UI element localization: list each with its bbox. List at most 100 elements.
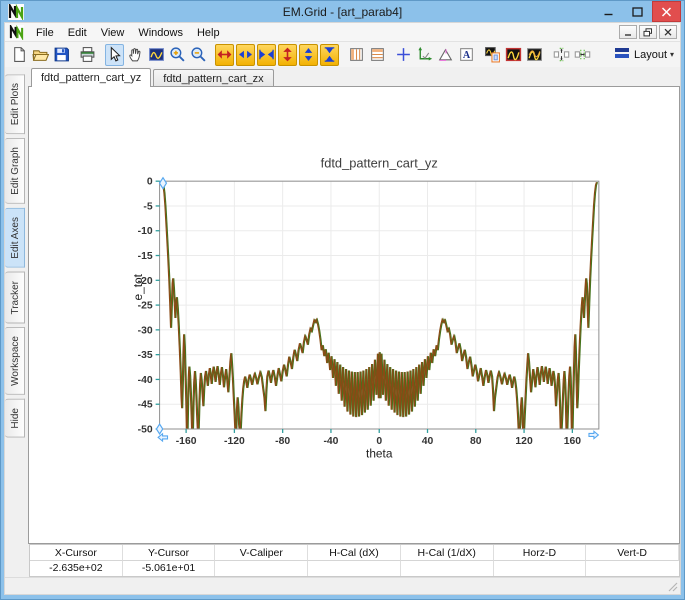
compress-y-button[interactable] — [320, 44, 339, 66]
tracker-axes-icon — [416, 46, 433, 63]
delta-marker-button[interactable] — [436, 44, 455, 66]
zoom-in-button[interactable] — [168, 44, 187, 66]
sidebar-tab-edit-axes[interactable]: Edit Axes — [5, 208, 25, 268]
readout-header: H-Cal (dX) — [308, 545, 401, 561]
svg-text:-10: -10 — [138, 226, 153, 237]
readout-header: X-Cursor — [30, 545, 123, 561]
svg-text:-45: -45 — [138, 400, 153, 411]
menu-view[interactable]: View — [94, 26, 132, 40]
document-logo-icon — [9, 25, 24, 40]
sidebar-tabs: Edit Plots Edit Graph Edit Axes Tracker Work… — [5, 67, 28, 544]
sidebar-tab-hide[interactable]: Hide — [5, 399, 25, 438]
svg-text:-35: -35 — [138, 350, 153, 361]
text-label-button[interactable]: A — [457, 44, 476, 66]
tab-fdtd_pattern_cart_yz[interactable]: fdtd_pattern_cart_yz — [31, 68, 151, 87]
svg-text:-40: -40 — [323, 436, 338, 447]
readout-header: V-Caliper — [215, 545, 308, 561]
svg-text:-120: -120 — [224, 436, 245, 447]
svg-text:0: 0 — [147, 177, 153, 188]
tab-fdtd_pattern_cart_zx[interactable]: fdtd_pattern_cart_zx — [153, 69, 273, 87]
menu-windows[interactable]: Windows — [131, 26, 190, 40]
title-bar: EM.Grid - [art_parab4] — [4, 1, 681, 22]
open-file-button[interactable] — [31, 44, 50, 66]
readout-value — [215, 561, 308, 576]
copy-plot-button[interactable] — [483, 44, 502, 66]
readout-value — [586, 561, 679, 576]
select-cursor-button[interactable] — [105, 44, 124, 66]
svg-text:-80: -80 — [275, 436, 290, 447]
svg-text:fdtd_pattern_cart_yz: fdtd_pattern_cart_yz — [321, 155, 438, 170]
widen-y-button[interactable] — [299, 44, 318, 66]
zoom-in-icon — [169, 46, 186, 63]
svg-text:e_tot: e_tot — [131, 273, 145, 300]
zoom-out-icon — [190, 46, 207, 63]
mdi-minimize-button[interactable] — [619, 25, 637, 39]
minimize-button[interactable] — [594, 1, 623, 22]
expand-x-icon — [216, 46, 233, 63]
plot-style-button[interactable] — [504, 44, 523, 66]
compress-x-icon — [258, 46, 275, 63]
cursor-readout-table: X-CursorY-CursorV-CaliperH-Cal (dX)H-Cal… — [29, 544, 680, 577]
save-button[interactable] — [52, 44, 71, 66]
compress-y-icon — [321, 46, 338, 63]
svg-text:160: 160 — [564, 436, 582, 447]
svg-text:A: A — [463, 50, 471, 61]
widen-y-icon — [300, 46, 317, 63]
svg-text:-40: -40 — [138, 375, 153, 386]
readout-value — [308, 561, 401, 576]
chevron-down-icon: ▾ — [670, 50, 674, 59]
menu-file[interactable]: File — [29, 26, 61, 40]
mdi-close-button[interactable] — [659, 25, 677, 39]
sidebar-tab-workspace[interactable]: Workspace — [5, 327, 25, 395]
status-bar — [5, 577, 680, 594]
svg-text:0: 0 — [376, 436, 382, 447]
svg-text:-25: -25 — [138, 301, 153, 312]
new-document-button[interactable] — [10, 44, 29, 66]
save-icon — [53, 46, 70, 63]
sidebar-tab-edit-plots[interactable]: Edit Plots — [5, 74, 25, 134]
maximize-button[interactable] — [623, 1, 652, 22]
mdi-restore-button[interactable] — [639, 25, 657, 39]
close-button[interactable] — [652, 1, 681, 22]
window-title: EM.Grid - [art_parab4] — [4, 5, 681, 19]
menu-help[interactable]: Help — [190, 26, 227, 40]
vertical-grid-button[interactable] — [347, 44, 366, 66]
zoom-out-button[interactable] — [189, 44, 208, 66]
svg-text:-50: -50 — [138, 424, 153, 435]
print-button[interactable] — [78, 44, 97, 66]
crosshair-button[interactable] — [394, 44, 413, 66]
compress-x-button[interactable] — [257, 44, 276, 66]
pan-corner-icon — [156, 424, 162, 434]
plot-styles-button[interactable] — [525, 44, 544, 66]
resize-grip-icon[interactable] — [667, 581, 679, 593]
sidebar-tab-tracker[interactable]: Tracker — [5, 272, 25, 324]
readout-value: -2.635e+02 — [30, 561, 123, 576]
horizontal-grid-icon — [369, 46, 386, 63]
readout-value — [494, 561, 587, 576]
zoom-window-button[interactable] — [147, 44, 166, 66]
sidebar-tab-edit-graph[interactable]: Edit Graph — [5, 138, 25, 204]
crosshair-icon — [395, 46, 412, 63]
svg-text:-30: -30 — [138, 325, 153, 336]
expand-y-button[interactable] — [278, 44, 297, 66]
fit-horizontal-button[interactable] — [573, 44, 592, 66]
horizontal-grid-button[interactable] — [368, 44, 387, 66]
app-window: EM.Grid - [art_parab4] FileEditViewWindo… — [0, 0, 685, 600]
delta-marker-icon — [437, 46, 454, 63]
layout-dropdown[interactable]: Layout▾ — [608, 43, 680, 66]
fit-vertical-button[interactable] — [552, 44, 571, 66]
plot-styles-icon — [526, 46, 543, 63]
fit-horizontal-icon — [574, 46, 591, 63]
readout-header: H-Cal (1/dX) — [401, 545, 494, 561]
document-tabs: fdtd_pattern_cart_yzfdtd_pattern_cart_zx — [28, 67, 680, 87]
new-document-icon — [11, 46, 28, 63]
expand-y-icon — [279, 46, 296, 63]
pan-right-icon — [589, 431, 598, 438]
svg-text:-160: -160 — [176, 436, 197, 447]
tracker-axes-button[interactable] — [415, 44, 434, 66]
widen-x-button[interactable] — [236, 44, 255, 66]
expand-x-button[interactable] — [215, 44, 234, 66]
pattern-chart[interactable]: -160-120-80-40040801201600-5-10-15-20-25… — [29, 87, 679, 543]
menu-edit[interactable]: Edit — [61, 26, 94, 40]
pan-hand-button[interactable] — [126, 44, 145, 66]
